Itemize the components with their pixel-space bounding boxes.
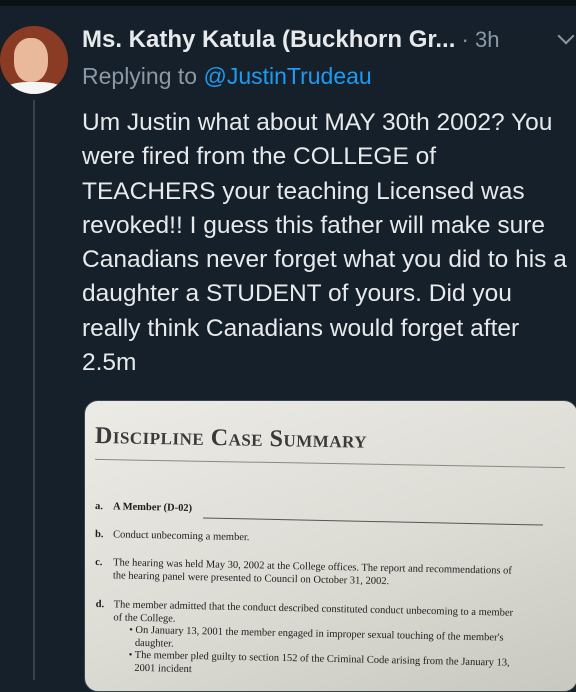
section-c-label: c. — [95, 557, 103, 569]
tweet-image[interactable]: Discipline Case Summary a. A Member (D-02… — [84, 400, 576, 692]
top-bar — [0, 0, 576, 6]
section-b-label: b. — [94, 529, 104, 541]
section-a: a. A Member (D-02) — [95, 501, 192, 516]
tweet-header: Ms. Kathy Katula (Buckhorn Gr... · 3h — [82, 26, 576, 58]
replying-handle-link[interactable]: @JustinTrudeau — [203, 63, 371, 89]
section-b: b. Conduct unbecoming a member. — [95, 529, 250, 545]
section-c: c. The hearing was held May 30, 2002 at t… — [95, 557, 535, 591]
section-a-label: a. — [94, 501, 104, 513]
section-d: d. The member admitted that the conduct … — [94, 599, 525, 683]
document-title: Discipline Case Summary — [94, 423, 368, 454]
tweet-text: Um Justin what about MAY 30th 2002? You … — [82, 109, 567, 377]
section-c-text: The hearing was held May 30, 2002 at the… — [112, 557, 512, 587]
tweet-time[interactable]: 3h — [475, 27, 499, 52]
section-d-label: d. — [95, 599, 105, 611]
section-b-text: Conduct unbecoming a member. — [112, 529, 250, 544]
bullet-text: On January 13, 2001 the member engaged i… — [134, 624, 504, 650]
thread-line — [33, 100, 35, 680]
avatar-face — [14, 38, 48, 82]
section-d-text: The member admitted that the conduct des… — [113, 599, 514, 625]
section-a-text: A Member (D-02) — [112, 501, 193, 515]
chevron-down-icon[interactable] — [557, 27, 575, 45]
author-name[interactable]: Ms. Kathy Katula (Buckhorn Gr... — [82, 26, 455, 53]
author-avatar[interactable] — [0, 26, 68, 94]
separator-dot: · — [455, 27, 475, 52]
section-a-underline — [203, 517, 543, 526]
replying-to: Replying to @JustinTrudeau — [82, 63, 372, 90]
document-title-rule — [95, 458, 565, 469]
replying-prefix: Replying to — [82, 63, 204, 89]
avatar-shirt — [4, 82, 64, 94]
